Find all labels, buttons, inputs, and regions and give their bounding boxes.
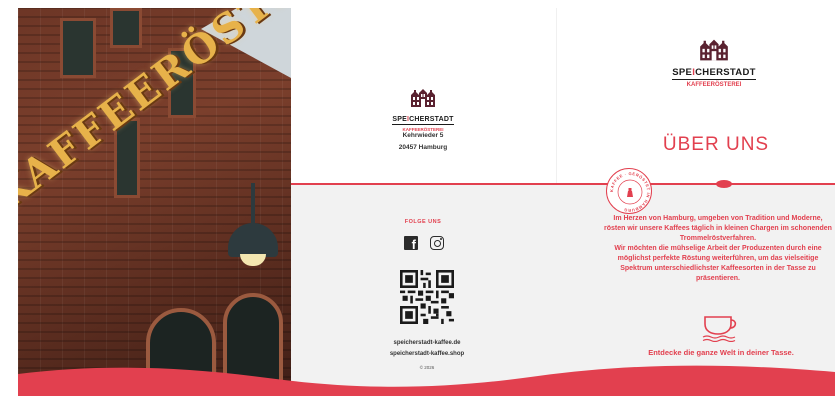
building-photo: KAFFEERÖSTEREI xyxy=(18,8,291,396)
lamp-arm xyxy=(251,183,255,225)
red-divider xyxy=(291,183,835,185)
tagline: Entdecke die ganze Welt in deiner Tasse. xyxy=(648,348,794,357)
window xyxy=(110,8,142,48)
logo-small: SPEICHERSTADT KAFFEERÖSTEREI xyxy=(388,88,458,132)
shop-link[interactable]: speicherstadt-kaffee.shop xyxy=(371,349,483,360)
facebook-icon[interactable]: f xyxy=(404,236,418,251)
logo-subtitle: KAFFEERÖSTEREI xyxy=(686,82,742,88)
follow-us-label: FOLGE UNS xyxy=(404,219,442,225)
address-city: 20457 Hamburg xyxy=(398,144,448,151)
about-paragraph: Wir möchten die mühselige Arbeit der Pro… xyxy=(614,245,822,282)
logo-wordmark: SPEICHERSTADT xyxy=(672,67,756,80)
logo-wordmark: SPEICHERSTADT xyxy=(392,116,454,125)
website-links: speicherstadt-kaffee.de speicherstadt-ka… xyxy=(371,338,483,360)
fold-line xyxy=(556,8,557,184)
about-paragraph: Im Herzen von Hamburg, umgeben von Tradi… xyxy=(604,215,832,242)
address-street: Kehrwieder 5 xyxy=(402,132,444,139)
warehouse-logo-icon xyxy=(411,89,435,107)
roasted-in-hamburg-stamp: KAFFEE · GERÖSTET IN HAMBURG xyxy=(606,168,652,214)
warehouse-logo-icon xyxy=(700,39,728,61)
website-link[interactable]: speicherstadt-kaffee.de xyxy=(371,338,483,349)
bottom-wave xyxy=(18,365,835,396)
social-links: f xyxy=(404,236,444,252)
address-block: Kehrwieder 5 20457 Hamburg xyxy=(371,130,475,154)
stamp-ring-text: KAFFEE · GERÖSTET IN HAMBURG xyxy=(609,171,650,213)
logo-large: SPEICHERSTADT KAFFEERÖSTEREI xyxy=(669,38,759,88)
coffee-cup-icon xyxy=(702,316,737,342)
divider-ornament xyxy=(716,180,732,188)
window xyxy=(60,18,96,78)
brochure-panel: SPEICHERSTADT KAFFEERÖSTEREI Kehrwieder … xyxy=(291,8,835,396)
brochure-sheet: KAFFEERÖSTEREI SPEICHERSTADT KAFFEERÖSTE xyxy=(18,8,835,396)
qr-code[interactable] xyxy=(400,270,454,324)
about-text: Im Herzen von Hamburg, umgeben von Tradi… xyxy=(603,214,833,284)
section-title: ÜBER UNS xyxy=(662,134,770,155)
instagram-icon[interactable] xyxy=(430,236,444,250)
